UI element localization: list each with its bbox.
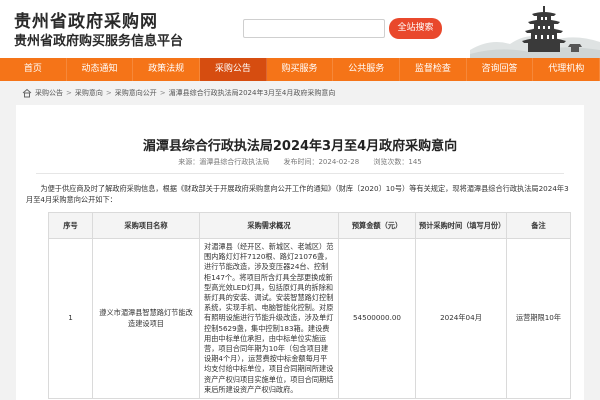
breadcrumb-item-intent[interactable]: 采购意向 (75, 88, 103, 98)
column-header: 预计采购时间（填写月份） (415, 212, 507, 239)
column-header: 备注 (506, 212, 571, 239)
cell-index: 1 (48, 237, 93, 400)
breadcrumb-separator: > (159, 89, 166, 97)
article-date: 发布时间：2024-02-28 (283, 158, 360, 166)
nav-item-announcement[interactable]: 采购公告 (200, 58, 267, 81)
article-panel: 湄潭县综合行政执法局2024年3月至4月政府采购意向 来源：湄潭县综合行政执法局… (16, 105, 584, 400)
table-header-row: 序号 采购项目名称 采购需求概况 预算金额（元） 预计采购时间（填写月份） 备注 (48, 212, 571, 239)
pagoda-logo (470, 0, 600, 58)
cell-project-name: 遵义市湄潭县智慧路灯节能改造建设项目 (92, 237, 200, 400)
breadcrumb-separator: > (105, 89, 112, 97)
article-views: 浏览次数：145 (373, 158, 422, 166)
nav-item-purchase-service[interactable]: 购买服务 (267, 58, 334, 81)
cell-remark: 运营期限10年 (506, 237, 571, 400)
column-header: 采购需求概况 (199, 212, 339, 239)
article-intro: 为便于供应商及时了解政府采购信息，根据《财政部关于开展政府采购意向公开工作的通知… (26, 184, 569, 204)
article-title: 湄潭县综合行政执法局2024年3月至4月政府采购意向 (142, 139, 458, 154)
search-input[interactable] (243, 19, 385, 38)
cell-budget: 54500000.00 (338, 237, 416, 400)
search-button[interactable]: 全站搜索 (389, 18, 442, 39)
article-meta: 来源：湄潭县综合行政执法局 发布时间：2024-02-28 浏览次数：145 (16, 157, 584, 167)
site-header: 贵州省政府采购网 贵州省政府购买服务信息平台 全站搜索 (0, 0, 600, 58)
nav-item-agency[interactable]: 代理机构 (533, 58, 600, 81)
nav-item-qa[interactable]: 咨询回答 (467, 58, 534, 81)
divider (36, 173, 564, 174)
nav-item-public-service[interactable]: 公共服务 (333, 58, 401, 81)
site-subtitle: 贵州省政府购买服务信息平台 (14, 34, 184, 49)
nav-item-news[interactable]: 动态通知 (67, 58, 134, 81)
table-row: 1 遵义市湄潭县智慧路灯节能改造建设项目 对湄潭县（经开区、新城区、老城区）范围… (48, 237, 571, 400)
article-source: 来源：湄潭县综合行政执法局 (178, 158, 270, 166)
column-header: 预算金额（元） (338, 212, 416, 239)
nav-item-supervision[interactable]: 监督检查 (400, 58, 467, 81)
home-icon[interactable] (22, 88, 32, 98)
cell-description: 对湄潭县（经开区、新城区、老城区）范围内路灯灯杆7120根、路灯21076盏，进… (199, 237, 339, 400)
breadcrumb: 采购公告 > 采购意向 > 采购意向公开 > 湄潭县综合行政执法局2024年3月… (0, 81, 600, 105)
column-header: 序号 (48, 212, 93, 239)
breadcrumb-separator: > (66, 89, 72, 97)
cell-time: 2024年04月 (415, 237, 507, 400)
breadcrumb-item-announcement[interactable]: 采购公告 (35, 88, 63, 98)
breadcrumb-current: 湄潭县综合行政执法局2024年3月至4月政府采购意向 (168, 89, 336, 97)
nav-item-home[interactable]: 首页 (0, 58, 67, 81)
column-header: 采购项目名称 (92, 212, 200, 239)
breadcrumb-item-intent-public[interactable]: 采购意向公开 (115, 88, 157, 98)
site-title[interactable]: 贵州省政府采购网 (14, 7, 158, 32)
main-nav: 首页 动态通知 政策法规 采购公告 购买服务 公共服务 监督检查 咨询回答 代理… (0, 58, 600, 81)
nav-item-policy[interactable]: 政策法规 (133, 58, 201, 81)
procurement-table: 序号 采购项目名称 采购需求概况 预算金额（元） 预计采购时间（填写月份） 备注… (48, 212, 571, 400)
